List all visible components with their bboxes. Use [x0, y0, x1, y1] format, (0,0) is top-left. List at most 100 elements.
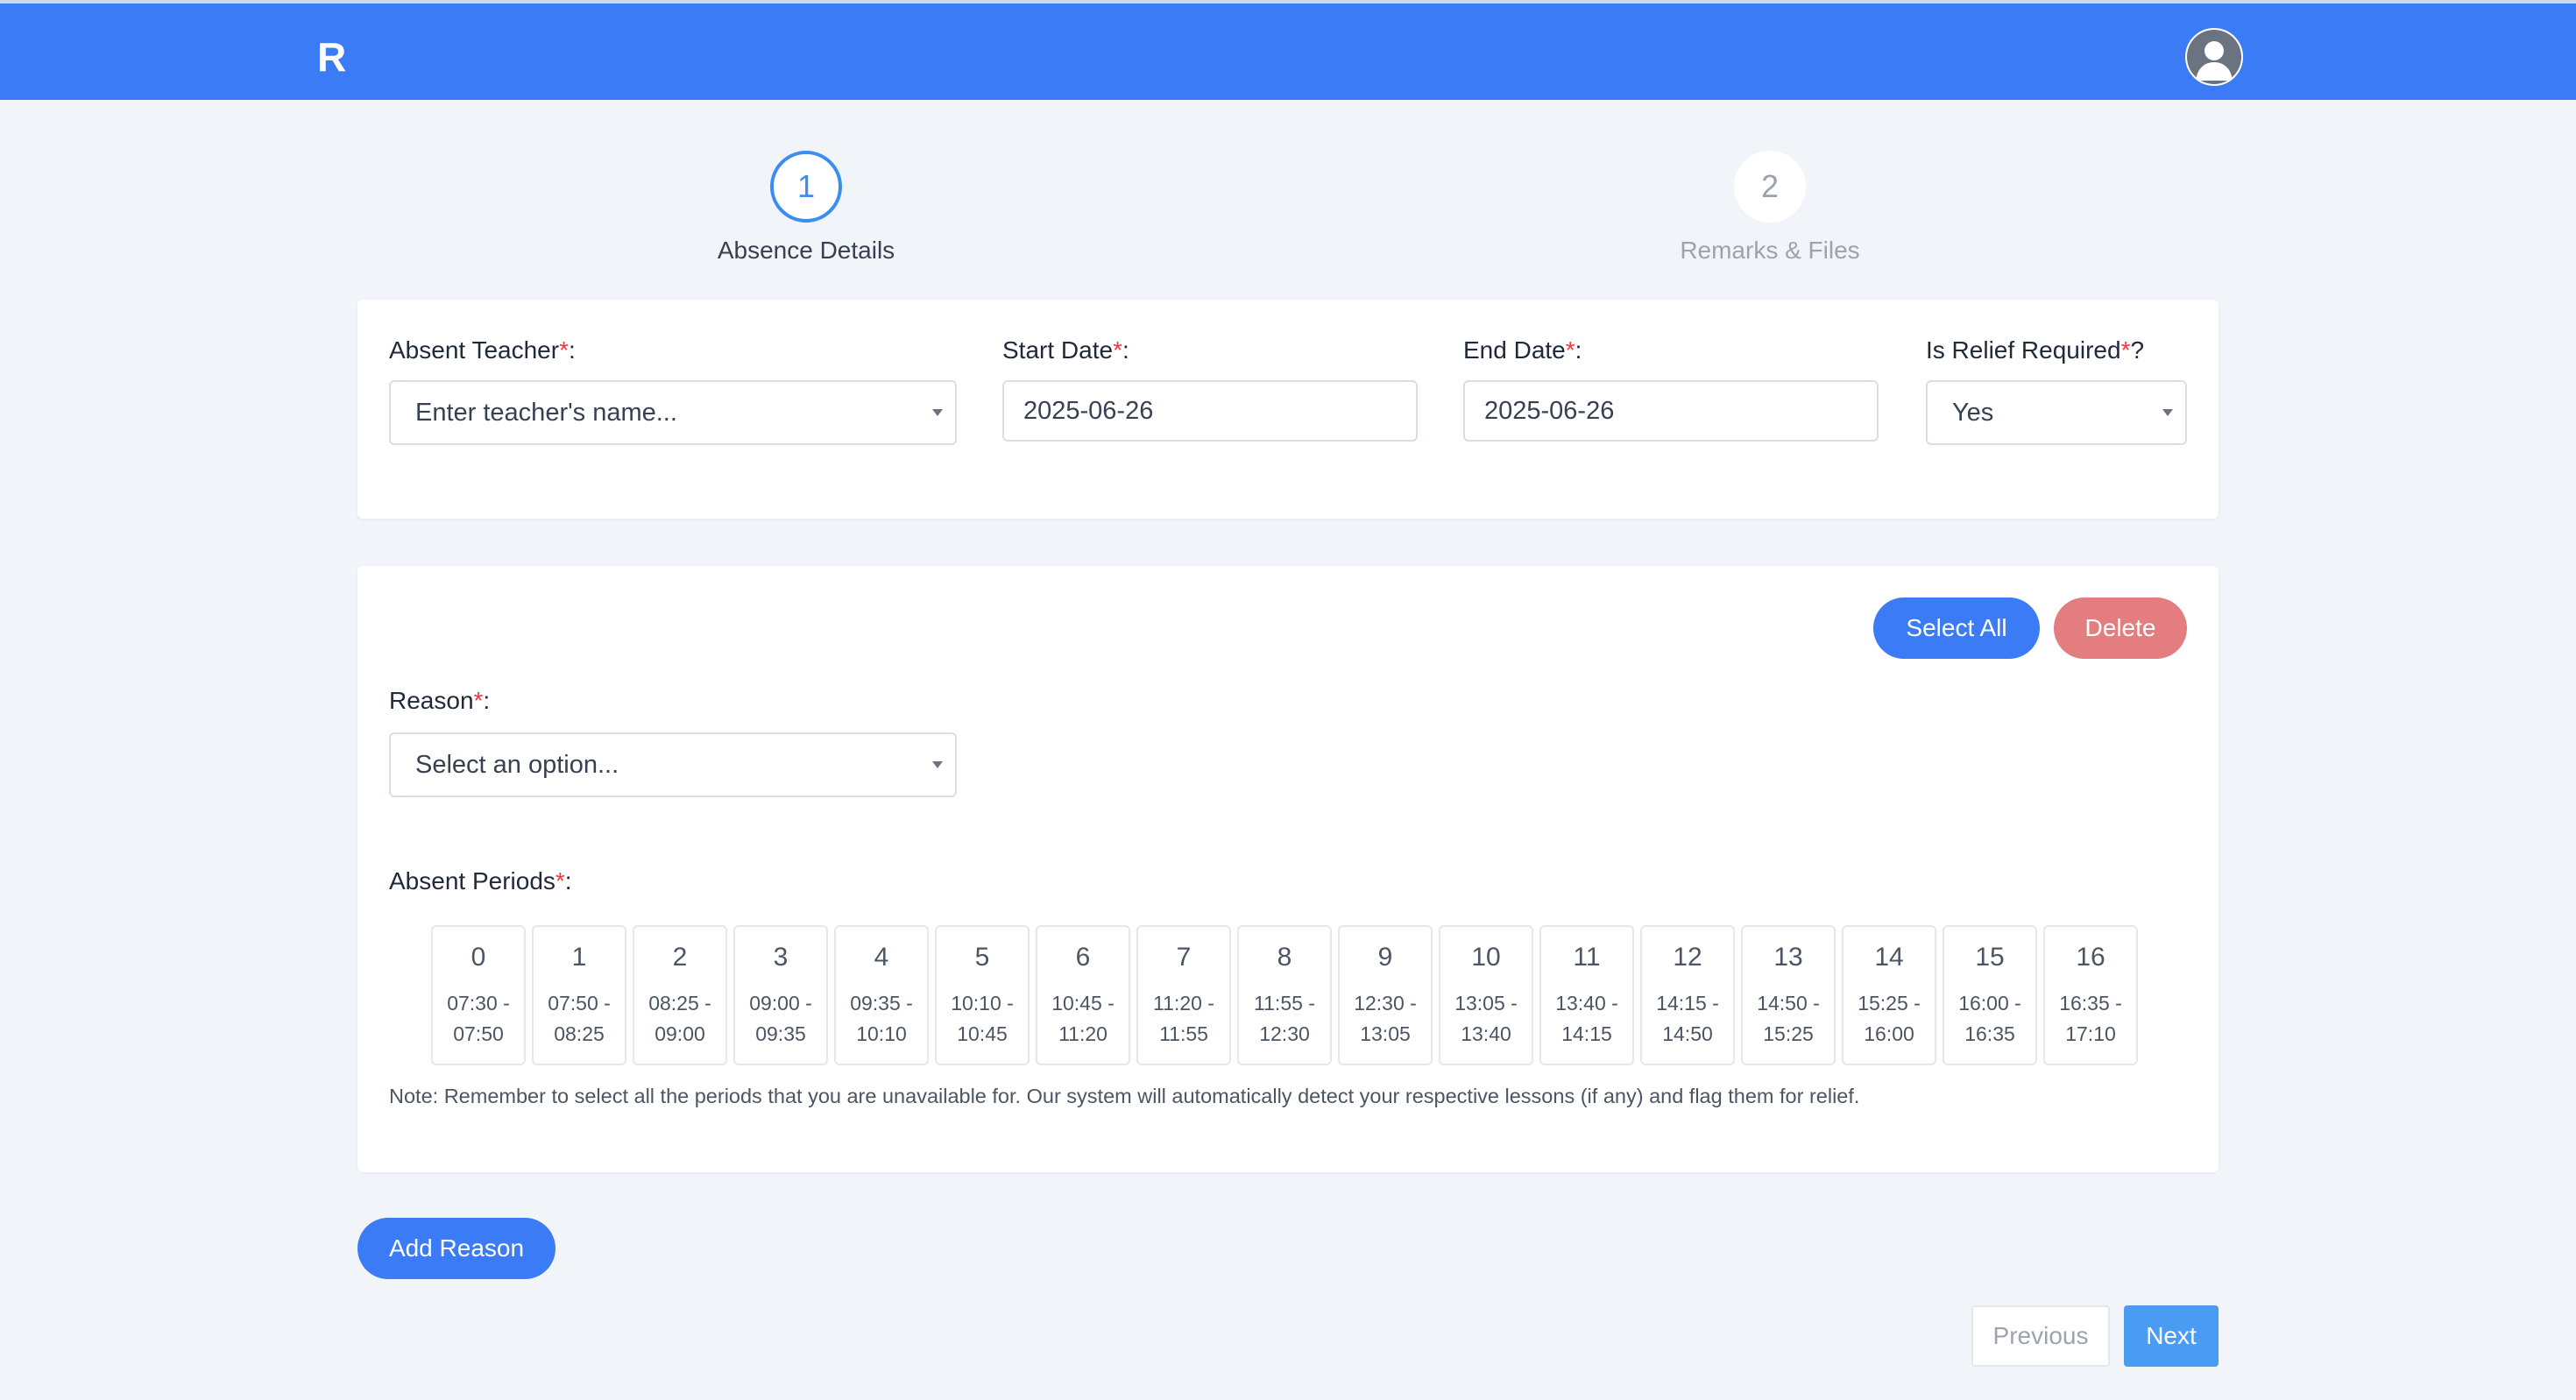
period-tile[interactable]: 10 13:05 - 13:40	[1439, 925, 1533, 1065]
delete-button[interactable]: Delete	[2054, 597, 2187, 659]
period-end: 11:55	[1159, 1022, 1208, 1045]
absent-teacher-select[interactable]: Enter teacher's name...	[389, 380, 957, 445]
period-number: 7	[1176, 943, 1192, 972]
period-end: 07:50	[453, 1022, 504, 1045]
period-time: 16:35 - 17:10	[2045, 988, 2136, 1050]
period-number: 3	[773, 943, 789, 972]
reason-select[interactable]: Select an option...	[389, 732, 957, 797]
period-tile[interactable]: 9 12:30 - 13:05	[1338, 925, 1433, 1065]
period-number: 6	[1075, 943, 1091, 972]
previous-button[interactable]: Previous	[1971, 1305, 2110, 1367]
start-date-input[interactable]: 2025-06-26	[1002, 380, 1418, 442]
user-avatar-icon[interactable]	[2185, 28, 2243, 86]
period-end: 10:45	[957, 1022, 1008, 1045]
chevron-down-icon	[932, 761, 943, 768]
period-start: 10:10 -	[951, 992, 1014, 1015]
step-absence-details[interactable]: 1 Absence Details	[683, 151, 929, 265]
period-tile[interactable]: 0 07:30 - 07:50	[431, 925, 526, 1065]
period-tile[interactable]: 13 14:50 - 15:25	[1741, 925, 1836, 1065]
period-time: 13:05 - 13:40	[1440, 988, 1532, 1050]
period-time: 14:50 - 15:25	[1743, 988, 1834, 1050]
period-time: 11:20 - 11:55	[1138, 988, 1229, 1050]
period-end: 10:10	[856, 1022, 907, 1045]
period-end: 09:35	[755, 1022, 806, 1045]
period-time: 13:40 - 14:15	[1541, 988, 1632, 1050]
period-end: 14:15	[1561, 1022, 1612, 1045]
period-time: 16:00 - 16:35	[1944, 988, 2035, 1050]
relief-required-value: Yes	[1952, 398, 1994, 427]
period-tile[interactable]: 15 16:00 - 16:35	[1943, 925, 2037, 1065]
add-reason-button[interactable]: Add Reason	[357, 1218, 556, 1279]
period-tile[interactable]: 16 16:35 - 17:10	[2043, 925, 2138, 1065]
period-end: 15:25	[1763, 1022, 1814, 1045]
period-time: 08:25 - 09:00	[634, 988, 725, 1050]
period-start: 16:00 -	[1958, 992, 2021, 1015]
step-remarks-files[interactable]: 2 Remarks & Files	[1647, 151, 1893, 265]
reason-label: Reason*:	[389, 687, 491, 714]
period-start: 11:20 -	[1153, 992, 1214, 1015]
period-tile[interactable]: 1 07:50 - 08:25	[532, 925, 626, 1065]
period-end: 16:35	[1964, 1022, 2015, 1045]
period-time: 10:45 - 11:20	[1037, 988, 1129, 1050]
period-end: 12:30	[1259, 1022, 1310, 1045]
step-1-label: Absence Details	[717, 237, 895, 264]
end-date-input[interactable]: 2025-06-26	[1463, 380, 1879, 442]
period-start: 13:05 -	[1454, 992, 1518, 1015]
reason-card: Select All Delete Reason*: Select an opt…	[357, 566, 2219, 1172]
period-tile[interactable]: 14 15:25 - 16:00	[1842, 925, 1936, 1065]
select-all-button[interactable]: Select All	[1873, 597, 2040, 659]
period-end: 09:00	[655, 1022, 705, 1045]
reason-placeholder: Select an option...	[415, 750, 619, 779]
step-1-number: 1	[770, 151, 842, 223]
end-date-label: End Date*:	[1463, 336, 1582, 364]
period-start: 07:50 -	[548, 992, 611, 1015]
period-number: 1	[571, 943, 587, 972]
start-date-label: Start Date*:	[1002, 336, 1129, 364]
period-end: 14:50	[1662, 1022, 1713, 1045]
period-tile[interactable]: 12 14:15 - 14:50	[1640, 925, 1735, 1065]
period-tile[interactable]: 7 11:20 - 11:55	[1136, 925, 1231, 1065]
periods-note: Note: Remember to select all the periods…	[389, 1085, 1860, 1107]
period-start: 09:00 -	[749, 992, 812, 1015]
period-start: 11:55 -	[1254, 992, 1315, 1015]
period-start: 09:35 -	[850, 992, 913, 1015]
period-number: 14	[1874, 943, 1904, 972]
period-time: 09:35 - 10:10	[836, 988, 927, 1050]
period-time: 09:00 - 09:35	[735, 988, 826, 1050]
period-number: 10	[1471, 943, 1501, 972]
period-tile[interactable]: 2 08:25 - 09:00	[633, 925, 727, 1065]
period-number: 12	[1673, 943, 1702, 972]
app-logo[interactable]: R	[317, 37, 352, 77]
period-number: 9	[1377, 943, 1393, 972]
period-start: 07:30 -	[447, 992, 510, 1015]
start-date-value: 2025-06-26	[1023, 396, 1154, 425]
period-tile[interactable]: 3 09:00 - 09:35	[733, 925, 828, 1065]
period-number: 11	[1573, 943, 1601, 972]
period-tile[interactable]: 8 11:55 - 12:30	[1237, 925, 1332, 1065]
period-number: 5	[974, 943, 990, 972]
next-button[interactable]: Next	[2124, 1305, 2219, 1367]
step-2-label: Remarks & Files	[1680, 237, 1860, 264]
period-time: 14:15 - 14:50	[1642, 988, 1733, 1050]
period-start: 10:45 -	[1051, 992, 1115, 1015]
chevron-down-icon	[2162, 409, 2173, 416]
period-tile[interactable]: 4 09:35 - 10:10	[834, 925, 929, 1065]
period-end: 11:20	[1058, 1022, 1108, 1045]
period-number: 15	[1975, 943, 2005, 972]
period-tile[interactable]: 5 10:10 - 10:45	[935, 925, 1030, 1065]
period-time: 12:30 - 13:05	[1340, 988, 1431, 1050]
period-end: 16:00	[1864, 1022, 1914, 1045]
period-tile[interactable]: 6 10:45 - 11:20	[1036, 925, 1130, 1065]
period-end: 08:25	[554, 1022, 605, 1045]
top-navbar: R	[0, 4, 2576, 100]
period-number: 16	[2076, 943, 2105, 972]
period-number: 2	[672, 943, 688, 972]
period-end: 13:05	[1360, 1022, 1411, 1045]
step-2-number: 2	[1734, 151, 1806, 223]
period-start: 16:35 -	[2059, 992, 2122, 1015]
relief-required-label: Is Relief Required*?	[1926, 336, 2145, 364]
period-tile[interactable]: 11 13:40 - 14:15	[1539, 925, 1634, 1065]
absent-periods-label: Absent Periods*:	[389, 867, 572, 894]
relief-required-select[interactable]: Yes	[1926, 380, 2187, 445]
period-time: 10:10 - 10:45	[937, 988, 1028, 1050]
